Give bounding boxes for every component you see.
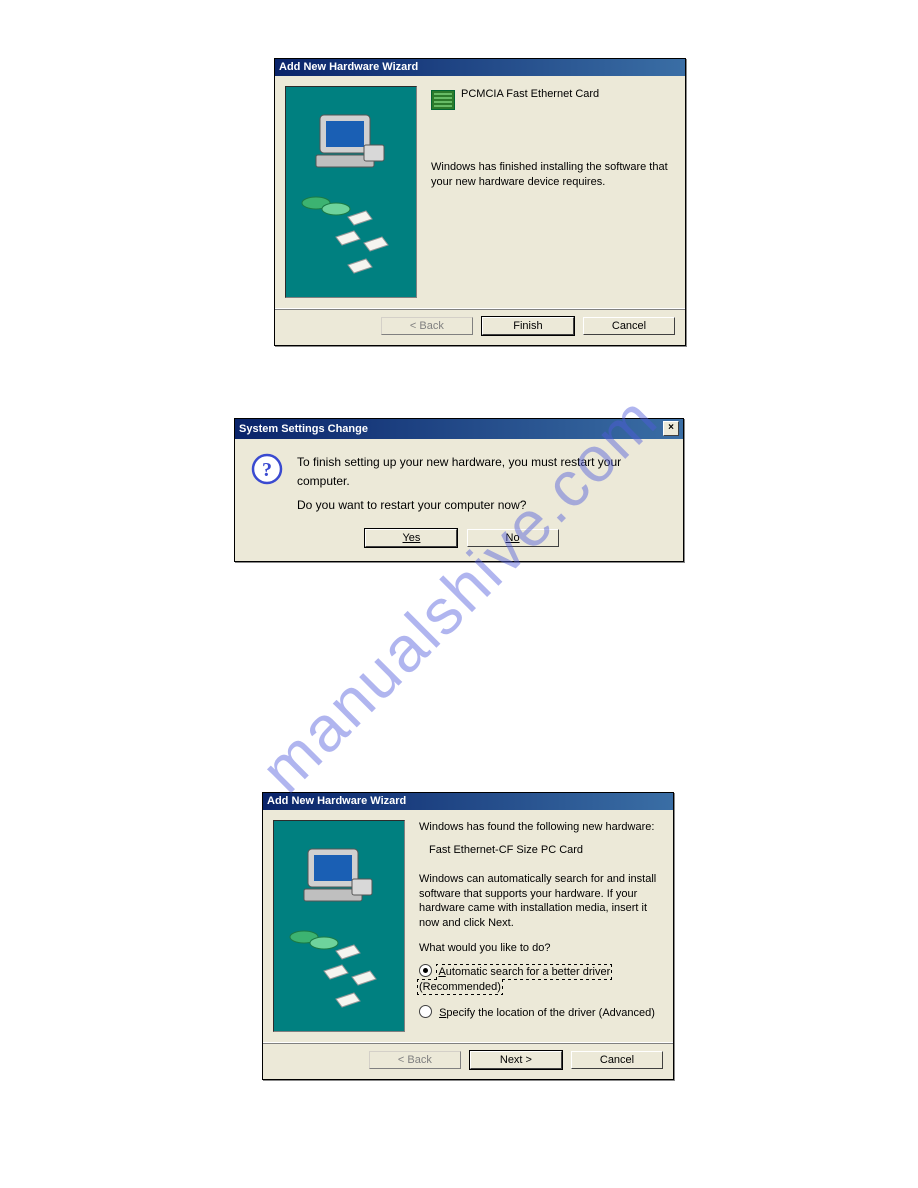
- radio-option-specify[interactable]: Specify the location of the driver (Adva…: [419, 1005, 657, 1021]
- button-row: < Back Finish Cancel: [275, 308, 685, 345]
- wizard-body: PCMCIA Fast Ethernet Card Windows has fi…: [417, 86, 675, 298]
- page: manualshive.com Add New Hardware Wizard: [0, 0, 918, 1188]
- device-name: PCMCIA Fast Ethernet Card: [461, 88, 599, 100]
- message-line2: Do you want to restart your computer now…: [297, 496, 667, 515]
- next-button[interactable]: Next >: [470, 1051, 562, 1069]
- no-button[interactable]: No: [467, 529, 559, 547]
- radio-icon: [419, 964, 432, 977]
- dialog-system-settings-change: System Settings Change × ? To finish set…: [234, 418, 684, 562]
- auto-text: Windows can automatically search for and…: [419, 872, 657, 931]
- titlebar: System Settings Change ×: [235, 419, 683, 439]
- network-card-icon: [431, 90, 455, 110]
- device-name: Fast Ethernet-CF Size PC Card: [419, 843, 657, 858]
- titlebar: Add New Hardware Wizard: [275, 59, 685, 76]
- wizard-sidebar-graphic: [273, 820, 405, 1032]
- finish-button[interactable]: Finish: [482, 317, 574, 335]
- wizard-body: Windows has found the following new hard…: [405, 820, 663, 1032]
- found-text: Windows has found the following new hard…: [419, 820, 657, 835]
- radio-icon: [419, 1005, 432, 1018]
- message-content: ? To finish setting up your new hardware…: [235, 439, 683, 525]
- back-button: < Back: [369, 1051, 461, 1069]
- title-text: Add New Hardware Wizard: [279, 61, 418, 73]
- client-area: Windows has found the following new hard…: [263, 810, 673, 1042]
- body-message: Windows has finished installing the soft…: [431, 160, 669, 190]
- cancel-button[interactable]: Cancel: [583, 317, 675, 335]
- title-text: Add New Hardware Wizard: [267, 795, 406, 807]
- option-label: Automatic search for a better driver (Re…: [419, 966, 610, 993]
- button-row: Yes No: [235, 525, 683, 561]
- close-icon[interactable]: ×: [663, 421, 679, 436]
- dialog-add-hardware-finish: Add New Hardware Wizard: [274, 58, 686, 346]
- title-text: System Settings Change: [239, 423, 368, 435]
- button-row: < Back Next > Cancel: [263, 1042, 673, 1079]
- back-button: < Back: [381, 317, 473, 335]
- option-label: Specify the location of the driver (Adva…: [439, 1007, 655, 1019]
- client-area: PCMCIA Fast Ethernet Card Windows has fi…: [275, 76, 685, 308]
- yes-button[interactable]: Yes: [365, 529, 457, 547]
- titlebar: Add New Hardware Wizard: [263, 793, 673, 810]
- prompt-text: What would you like to do?: [419, 941, 657, 956]
- cancel-button[interactable]: Cancel: [571, 1051, 663, 1069]
- wizard-sidebar-graphic: [285, 86, 417, 298]
- svg-text:?: ?: [262, 459, 272, 481]
- radio-option-auto[interactable]: Automatic search for a better driver (Re…: [419, 964, 657, 995]
- question-icon: ?: [251, 453, 283, 485]
- message-line1: To finish setting up your new hardware, …: [297, 453, 667, 490]
- dialog-add-hardware-search: Add New Hardware Wizard: [262, 792, 674, 1080]
